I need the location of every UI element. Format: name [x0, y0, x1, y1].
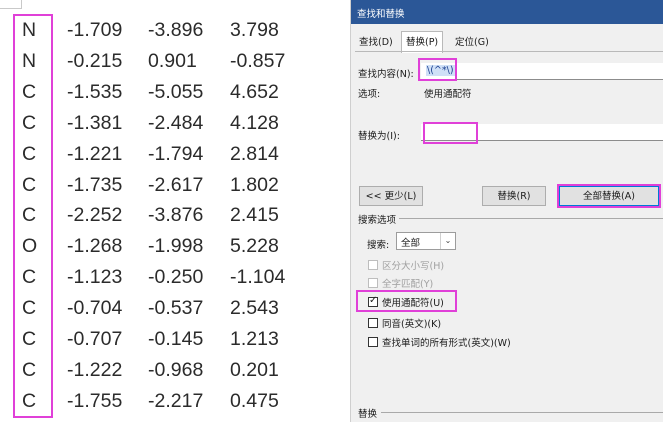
document-area: N -1.709 -3.896 3.798 N -0.215 0.901 -0.857 C -1.… — [0, 0, 340, 422]
chevron-down-icon: ⌄ — [440, 233, 455, 249]
z-coordinate: 3.798 — [230, 19, 279, 41]
tab-find[interactable]: 查找(D) — [355, 34, 397, 51]
match-case-label: 区分大小写(H) — [382, 261, 445, 272]
x-coordinate: -1.535 — [67, 80, 123, 103]
y-coordinate: 0.901 — [148, 49, 197, 72]
z-coordinate: 0.475 — [230, 389, 279, 412]
whole-word-label: 全字匹配(Y) — [382, 279, 434, 290]
x-coordinate: -1.735 — [67, 173, 123, 196]
x-coordinate: -1.123 — [67, 266, 123, 289]
z-coordinate: 2.814 — [230, 142, 279, 165]
z-coordinate: 2.415 — [230, 204, 279, 227]
x-coordinate: -1.381 — [67, 111, 123, 134]
y-coordinate: -1.794 — [148, 142, 204, 165]
y-coordinate: -0.537 — [148, 297, 204, 320]
x-coordinate: -0.704 — [67, 297, 123, 320]
y-coordinate: -2.217 — [148, 389, 204, 412]
options-value: 使用通配符 — [424, 89, 472, 100]
y-coordinate: -3.896 — [148, 19, 204, 41]
x-coordinate: -1.755 — [67, 389, 123, 412]
wildcards-highlight — [356, 290, 457, 312]
y-coordinate: -3.876 — [148, 204, 204, 227]
replace-value-highlight — [423, 122, 478, 144]
page-corner-mark — [21, 0, 22, 8]
tab-replace[interactable]: 替换(P) — [401, 31, 444, 53]
all-word-forms-checkbox[interactable] — [368, 337, 378, 347]
all-word-forms-label: 查找单词的所有形式(英文)(W) — [382, 338, 511, 349]
search-options-title: 搜索选项 — [358, 215, 397, 226]
z-coordinate: 5.228 — [230, 235, 279, 258]
tabs-divider — [355, 51, 663, 52]
replace-section-divider — [381, 412, 663, 413]
replace-label: 替换为(I): — [358, 131, 400, 142]
find-label: 查找内容(N): — [358, 69, 414, 80]
find-replace-dialog: 查找和替换 查找(D) 替换(P) 定位(G) 查找内容(N): \(^*\) … — [350, 0, 663, 422]
dialog-title: 查找和替换 — [357, 9, 405, 20]
element-column-highlight — [13, 14, 53, 418]
y-coordinate: -5.055 — [148, 80, 204, 103]
x-coordinate: -0.215 — [67, 49, 123, 72]
dialog-titlebar: 查找和替换 — [351, 0, 663, 24]
replace-all-highlight — [557, 184, 661, 208]
tab-goto[interactable]: 定位(G) — [451, 34, 493, 51]
less-button[interactable]: << 更少(L) — [359, 186, 423, 206]
y-coordinate: -0.145 — [148, 328, 204, 350]
sounds-like-checkbox[interactable] — [368, 318, 378, 328]
find-input[interactable]: \(^*\) — [421, 63, 663, 80]
z-coordinate: 4.652 — [230, 80, 279, 103]
z-coordinate: 1.802 — [230, 173, 279, 196]
y-coordinate: -2.484 — [148, 111, 204, 134]
replace-button[interactable]: 替换(R) — [482, 186, 546, 206]
x-coordinate: -2.252 — [67, 204, 123, 227]
whole-word-checkbox[interactable] — [368, 278, 378, 288]
match-case-checkbox[interactable] — [368, 260, 378, 270]
options-label: 选项: — [358, 89, 381, 100]
z-coordinate: 0.201 — [230, 358, 279, 381]
x-coordinate: -0.707 — [67, 328, 123, 350]
z-coordinate: 2.543 — [230, 297, 279, 320]
search-scope-value: 全部 — [401, 238, 421, 249]
search-scope-label: 搜索: — [367, 240, 390, 251]
search-options-divider — [399, 218, 663, 219]
x-coordinate: -1.709 — [67, 19, 123, 41]
y-coordinate: -0.250 — [148, 266, 204, 289]
x-coordinate: -1.268 — [67, 235, 123, 258]
y-coordinate: -2.617 — [148, 173, 204, 196]
z-coordinate: 1.213 — [230, 328, 279, 350]
find-value-highlight — [418, 58, 457, 81]
z-coordinate: -0.857 — [230, 49, 286, 72]
page-corner-mark — [0, 8, 22, 9]
replace-section-title: 替换 — [358, 409, 378, 420]
y-coordinate: -0.968 — [148, 358, 204, 381]
y-coordinate: -1.998 — [148, 235, 204, 258]
sounds-like-label: 同音(英文)(K) — [382, 319, 442, 330]
search-scope-select[interactable]: 全部 ⌄ — [396, 232, 456, 250]
x-coordinate: -1.221 — [67, 142, 123, 165]
z-coordinate: 4.128 — [230, 111, 279, 134]
z-coordinate: -1.104 — [230, 266, 286, 289]
x-coordinate: -1.222 — [67, 358, 123, 381]
